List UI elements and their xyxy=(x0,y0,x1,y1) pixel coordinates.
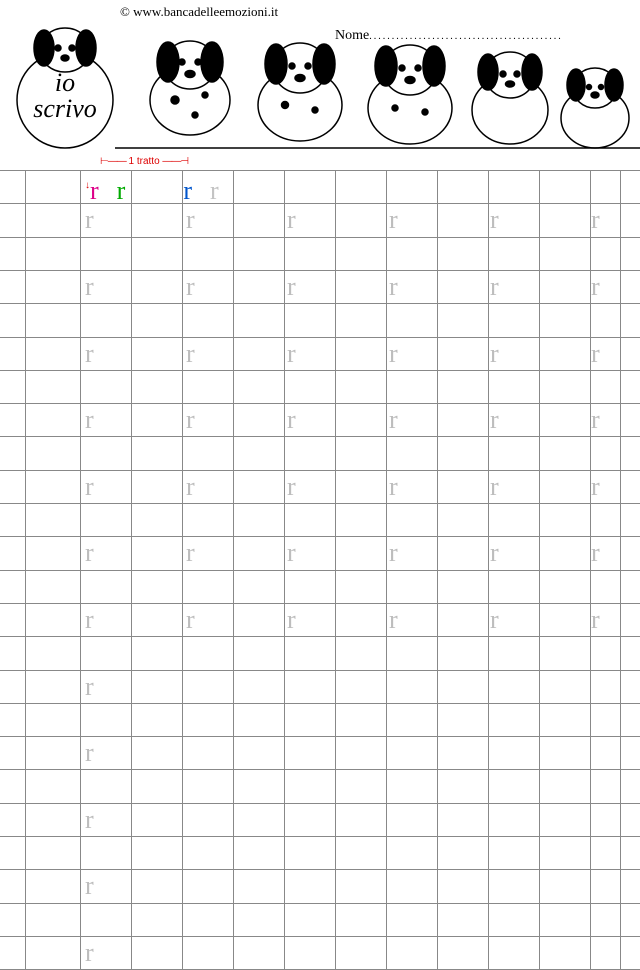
trace-letter: r xyxy=(591,207,600,233)
trace-letter: r xyxy=(389,474,398,500)
grid-hline xyxy=(0,237,640,238)
trace-letter: r xyxy=(389,341,398,367)
grid-vline xyxy=(488,170,489,970)
trace-letter: r xyxy=(85,940,94,966)
grid-vline xyxy=(539,170,540,970)
grid-hline xyxy=(0,670,640,671)
grid-hline xyxy=(0,170,640,171)
trace-letter: r xyxy=(490,274,499,300)
grid-hline xyxy=(0,470,640,471)
trace-letter: r xyxy=(591,607,600,633)
grid-hline xyxy=(0,403,640,404)
grid-vline xyxy=(182,170,183,970)
trace-letter: r xyxy=(85,407,94,433)
grid-vline xyxy=(284,170,285,970)
trace-letter: r xyxy=(186,474,195,500)
trace-letter: r xyxy=(186,274,195,300)
trace-letter: r xyxy=(490,540,499,566)
trace-letter: r xyxy=(85,540,94,566)
grid-hline xyxy=(0,570,640,571)
guide-letter-2: r xyxy=(117,176,126,206)
trace-letter: r xyxy=(591,341,600,367)
guide-letter-1: r xyxy=(90,176,99,206)
tratto-label: ⊢—— 1 tratto ——⊣ xyxy=(100,156,188,167)
trace-letter: r xyxy=(85,674,94,700)
trace-letter: r xyxy=(287,341,296,367)
trace-letter: r xyxy=(287,207,296,233)
grid-hline xyxy=(0,636,640,637)
grid-hline xyxy=(0,337,640,338)
grid-hline xyxy=(0,270,640,271)
grid-hline xyxy=(0,603,640,604)
io-scrivo-title: io scrivo xyxy=(25,70,105,122)
grid-hline xyxy=(0,303,640,304)
grid-vline xyxy=(131,170,132,970)
grid-vline xyxy=(25,170,26,970)
grid-hline xyxy=(0,936,640,937)
trace-letter: r xyxy=(287,540,296,566)
trace-letter: r xyxy=(389,607,398,633)
trace-letter: r xyxy=(389,207,398,233)
grid-hline xyxy=(0,836,640,837)
trace-letter: r xyxy=(85,807,94,833)
grid-vline xyxy=(80,170,81,970)
trace-letter: r xyxy=(490,607,499,633)
trace-letter: r xyxy=(591,474,600,500)
grid-vline xyxy=(233,170,234,970)
trace-letter: r xyxy=(389,540,398,566)
trace-letter: r xyxy=(490,207,499,233)
trace-letter: r xyxy=(490,407,499,433)
trace-letter: r xyxy=(287,274,296,300)
guide-letter-4: r xyxy=(210,176,219,206)
grid-hline xyxy=(0,703,640,704)
guide-letter-3: r xyxy=(183,176,192,206)
trace-letter: r xyxy=(287,407,296,433)
trace-letter: r xyxy=(287,474,296,500)
trace-letter: r xyxy=(85,341,94,367)
trace-letter: r xyxy=(85,607,94,633)
trace-letter: r xyxy=(85,474,94,500)
trace-letter: r xyxy=(389,274,398,300)
trace-letter: r xyxy=(85,274,94,300)
practice-grid: rrrrrrrrrrrrrrrrrrrrrrrrrrrrrrrrrrrrrrrr… xyxy=(0,170,640,970)
trace-letter: r xyxy=(85,207,94,233)
trace-letter: r xyxy=(287,607,296,633)
trace-letter: r xyxy=(85,873,94,899)
grid-vline xyxy=(386,170,387,970)
trace-letter: r xyxy=(389,407,398,433)
trace-letter: r xyxy=(186,407,195,433)
trace-letter: r xyxy=(186,207,195,233)
grid-vline xyxy=(335,170,336,970)
grid-hline xyxy=(0,803,640,804)
grid-hline xyxy=(0,769,640,770)
stroke-guide-row: ↓r r r r xyxy=(85,176,233,206)
grid-vline xyxy=(620,170,621,970)
trace-letter: r xyxy=(591,540,600,566)
trace-letter: r xyxy=(186,607,195,633)
down-arrow-icon: ↓ xyxy=(85,180,90,191)
grid-hline xyxy=(0,736,640,737)
worksheet-header: © www.bancadelleemozioni.it Nome........… xyxy=(0,0,640,170)
grid-hline xyxy=(0,903,640,904)
trace-letter: r xyxy=(591,274,600,300)
grid-hline xyxy=(0,536,640,537)
trace-letter: r xyxy=(85,740,94,766)
trace-letter: r xyxy=(591,407,600,433)
trace-letter: r xyxy=(186,540,195,566)
trace-letter: r xyxy=(490,341,499,367)
grid-vline xyxy=(437,170,438,970)
grid-hline xyxy=(0,436,640,437)
trace-letter: r xyxy=(490,474,499,500)
grid-hline xyxy=(0,503,640,504)
grid-hline xyxy=(0,869,640,870)
grid-hline xyxy=(0,370,640,371)
trace-letter: r xyxy=(186,341,195,367)
